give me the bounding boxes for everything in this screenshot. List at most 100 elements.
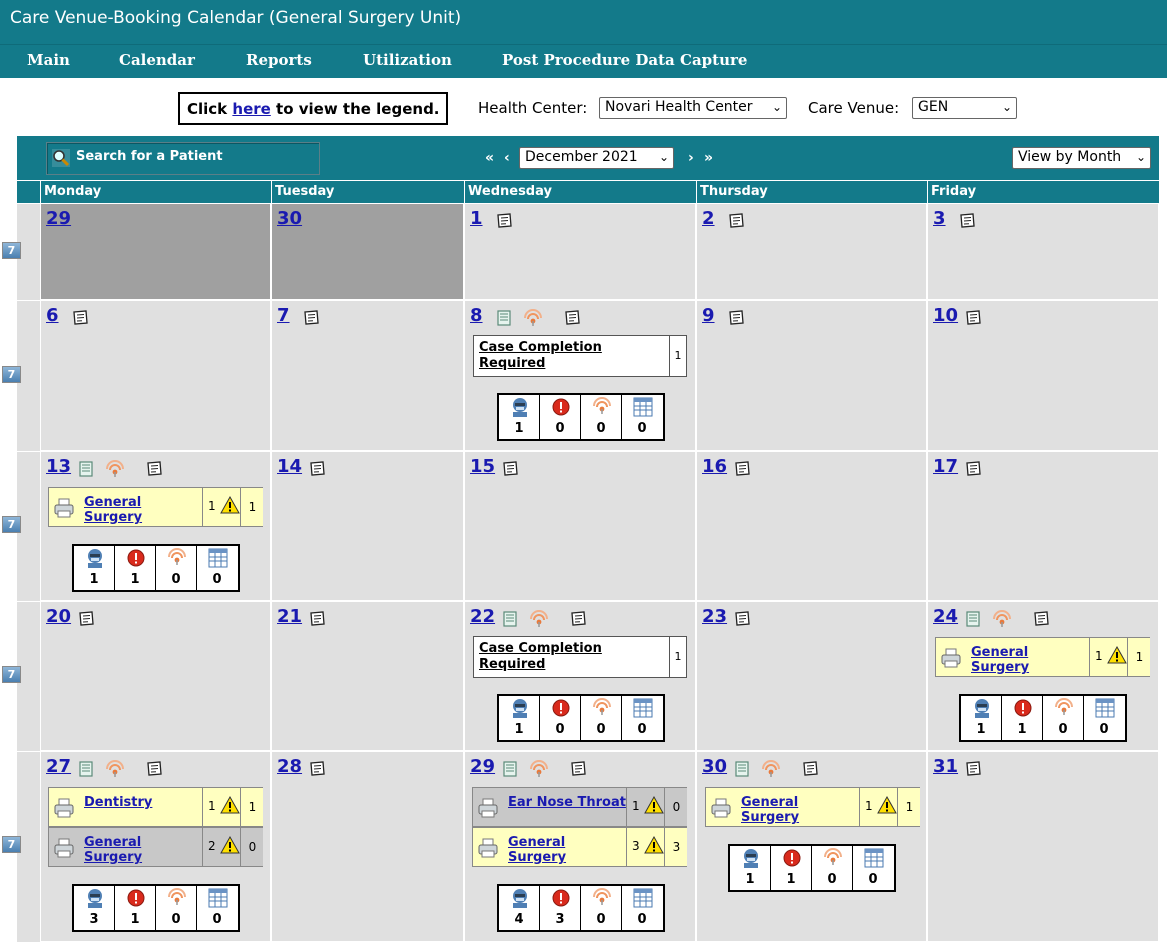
stat-cell[interactable]: 0 xyxy=(622,395,663,439)
day-number[interactable]: 14 xyxy=(277,456,302,477)
service-link[interactable]: Ear Nose Throat xyxy=(508,795,626,810)
stat-cell[interactable]: 0 xyxy=(622,886,663,930)
day-number[interactable]: 20 xyxy=(46,606,71,627)
document-icon[interactable] xyxy=(77,461,95,477)
note-icon[interactable] xyxy=(77,611,95,627)
note-icon[interactable] xyxy=(563,310,581,326)
stat-cell[interactable]: 0 xyxy=(156,546,197,590)
week-icon[interactable]: 7 xyxy=(2,366,21,383)
stat-cell[interactable]: 1 xyxy=(961,696,1002,740)
care-venue-select[interactable]: GEN ⌄ xyxy=(912,97,1017,119)
day-number[interactable]: 28 xyxy=(277,756,302,777)
note-icon[interactable] xyxy=(733,461,751,477)
view-select[interactable]: View by Month ⌄ xyxy=(1012,147,1151,169)
stat-cell[interactable]: 1 xyxy=(115,886,156,930)
day-number[interactable]: 31 xyxy=(933,756,958,777)
stat-cell[interactable]: 1 xyxy=(771,846,812,890)
stat-cell[interactable]: 0 xyxy=(540,696,581,740)
stat-cell[interactable]: 0 xyxy=(622,696,663,740)
day-number[interactable]: 6 xyxy=(46,305,59,326)
printer-icon[interactable] xyxy=(53,798,75,818)
signal-icon[interactable] xyxy=(529,610,548,627)
day-number[interactable]: 1 xyxy=(470,208,483,229)
printer-icon[interactable] xyxy=(53,838,75,858)
note-icon[interactable] xyxy=(801,761,819,777)
nav-calendar[interactable]: Calendar xyxy=(119,51,195,69)
stat-cell[interactable]: 1 xyxy=(115,546,156,590)
day-number[interactable]: 29 xyxy=(470,756,495,777)
week-icon[interactable]: 7 xyxy=(2,516,21,533)
day-number[interactable]: 23 xyxy=(702,606,727,627)
note-icon[interactable] xyxy=(145,461,163,477)
nav-utilization[interactable]: Utilization xyxy=(363,51,452,69)
day-number[interactable]: 24 xyxy=(933,606,958,627)
stat-cell[interactable]: 1 xyxy=(1002,696,1043,740)
day-number[interactable]: 22 xyxy=(470,606,495,627)
stat-cell[interactable]: 3 xyxy=(540,886,581,930)
stat-cell[interactable]: 3 xyxy=(74,886,115,930)
day-number[interactable]: 3 xyxy=(933,208,946,229)
stat-cell[interactable]: 0 xyxy=(581,886,622,930)
document-icon[interactable] xyxy=(501,761,519,777)
service-link[interactable]: General Surgery xyxy=(741,795,859,825)
note-icon[interactable] xyxy=(569,761,587,777)
note-icon[interactable] xyxy=(308,761,326,777)
printer-icon[interactable] xyxy=(940,648,962,668)
day-number[interactable]: 7 xyxy=(277,305,290,326)
printer-icon[interactable] xyxy=(477,798,499,818)
stat-cell[interactable]: 0 xyxy=(197,886,238,930)
day-number[interactable]: 13 xyxy=(46,456,71,477)
day-number[interactable]: 15 xyxy=(470,456,495,477)
service-link[interactable]: General Surgery xyxy=(971,645,1089,675)
signal-icon[interactable] xyxy=(523,309,542,326)
stat-cell[interactable]: 0 xyxy=(853,846,894,890)
printer-icon[interactable] xyxy=(53,498,75,518)
day-number[interactable]: 9 xyxy=(702,305,715,326)
stat-cell[interactable]: 0 xyxy=(581,696,622,740)
stat-cell[interactable]: 0 xyxy=(812,846,853,890)
document-icon[interactable] xyxy=(77,761,95,777)
note-icon[interactable] xyxy=(964,310,982,326)
note-icon[interactable] xyxy=(495,213,513,229)
document-icon[interactable] xyxy=(733,761,751,777)
note-icon[interactable] xyxy=(308,461,326,477)
note-icon[interactable] xyxy=(1032,611,1050,627)
first-month-button[interactable]: « xyxy=(485,150,494,166)
day-number[interactable]: 10 xyxy=(933,305,958,326)
service-link[interactable]: General Surgery xyxy=(508,835,626,865)
note-icon[interactable] xyxy=(958,213,976,229)
service-link[interactable]: Dentistry xyxy=(84,795,152,810)
week-icon[interactable]: 7 xyxy=(2,836,21,853)
week-icon[interactable]: 7 xyxy=(2,666,21,683)
case-completion-link[interactable]: Case Completion Required xyxy=(479,641,629,673)
day-number[interactable]: 2 xyxy=(702,208,715,229)
day-number[interactable]: 29 xyxy=(46,208,71,229)
document-icon[interactable] xyxy=(964,611,982,627)
nav-reports[interactable]: Reports xyxy=(246,51,312,69)
stat-cell[interactable]: 0 xyxy=(1084,696,1125,740)
day-number[interactable]: 17 xyxy=(933,456,958,477)
legend-link[interactable]: here xyxy=(232,100,270,118)
day-number[interactable]: 30 xyxy=(702,756,727,777)
day-number[interactable]: 30 xyxy=(277,208,302,229)
last-month-button[interactable]: » xyxy=(704,150,713,166)
prev-month-button[interactable]: ‹ xyxy=(504,150,510,166)
note-icon[interactable] xyxy=(964,461,982,477)
stat-cell[interactable]: 1 xyxy=(499,395,540,439)
nav-main[interactable]: Main xyxy=(27,51,70,69)
service-link[interactable]: General Surgery xyxy=(84,835,202,865)
document-icon[interactable] xyxy=(495,310,513,326)
note-icon[interactable] xyxy=(727,310,745,326)
note-icon[interactable] xyxy=(71,310,89,326)
next-month-button[interactable]: › xyxy=(688,150,694,166)
month-select[interactable]: December 2021 ⌄ xyxy=(519,147,674,169)
stat-cell[interactable]: 0 xyxy=(156,886,197,930)
note-icon[interactable] xyxy=(302,310,320,326)
stat-cell[interactable]: 0 xyxy=(581,395,622,439)
note-icon[interactable] xyxy=(964,761,982,777)
stat-cell[interactable]: 1 xyxy=(730,846,771,890)
note-icon[interactable] xyxy=(501,461,519,477)
case-completion-link[interactable]: Case Completion Required xyxy=(479,340,629,372)
nav-post-procedure[interactable]: Post Procedure Data Capture xyxy=(502,51,747,69)
note-icon[interactable] xyxy=(145,761,163,777)
